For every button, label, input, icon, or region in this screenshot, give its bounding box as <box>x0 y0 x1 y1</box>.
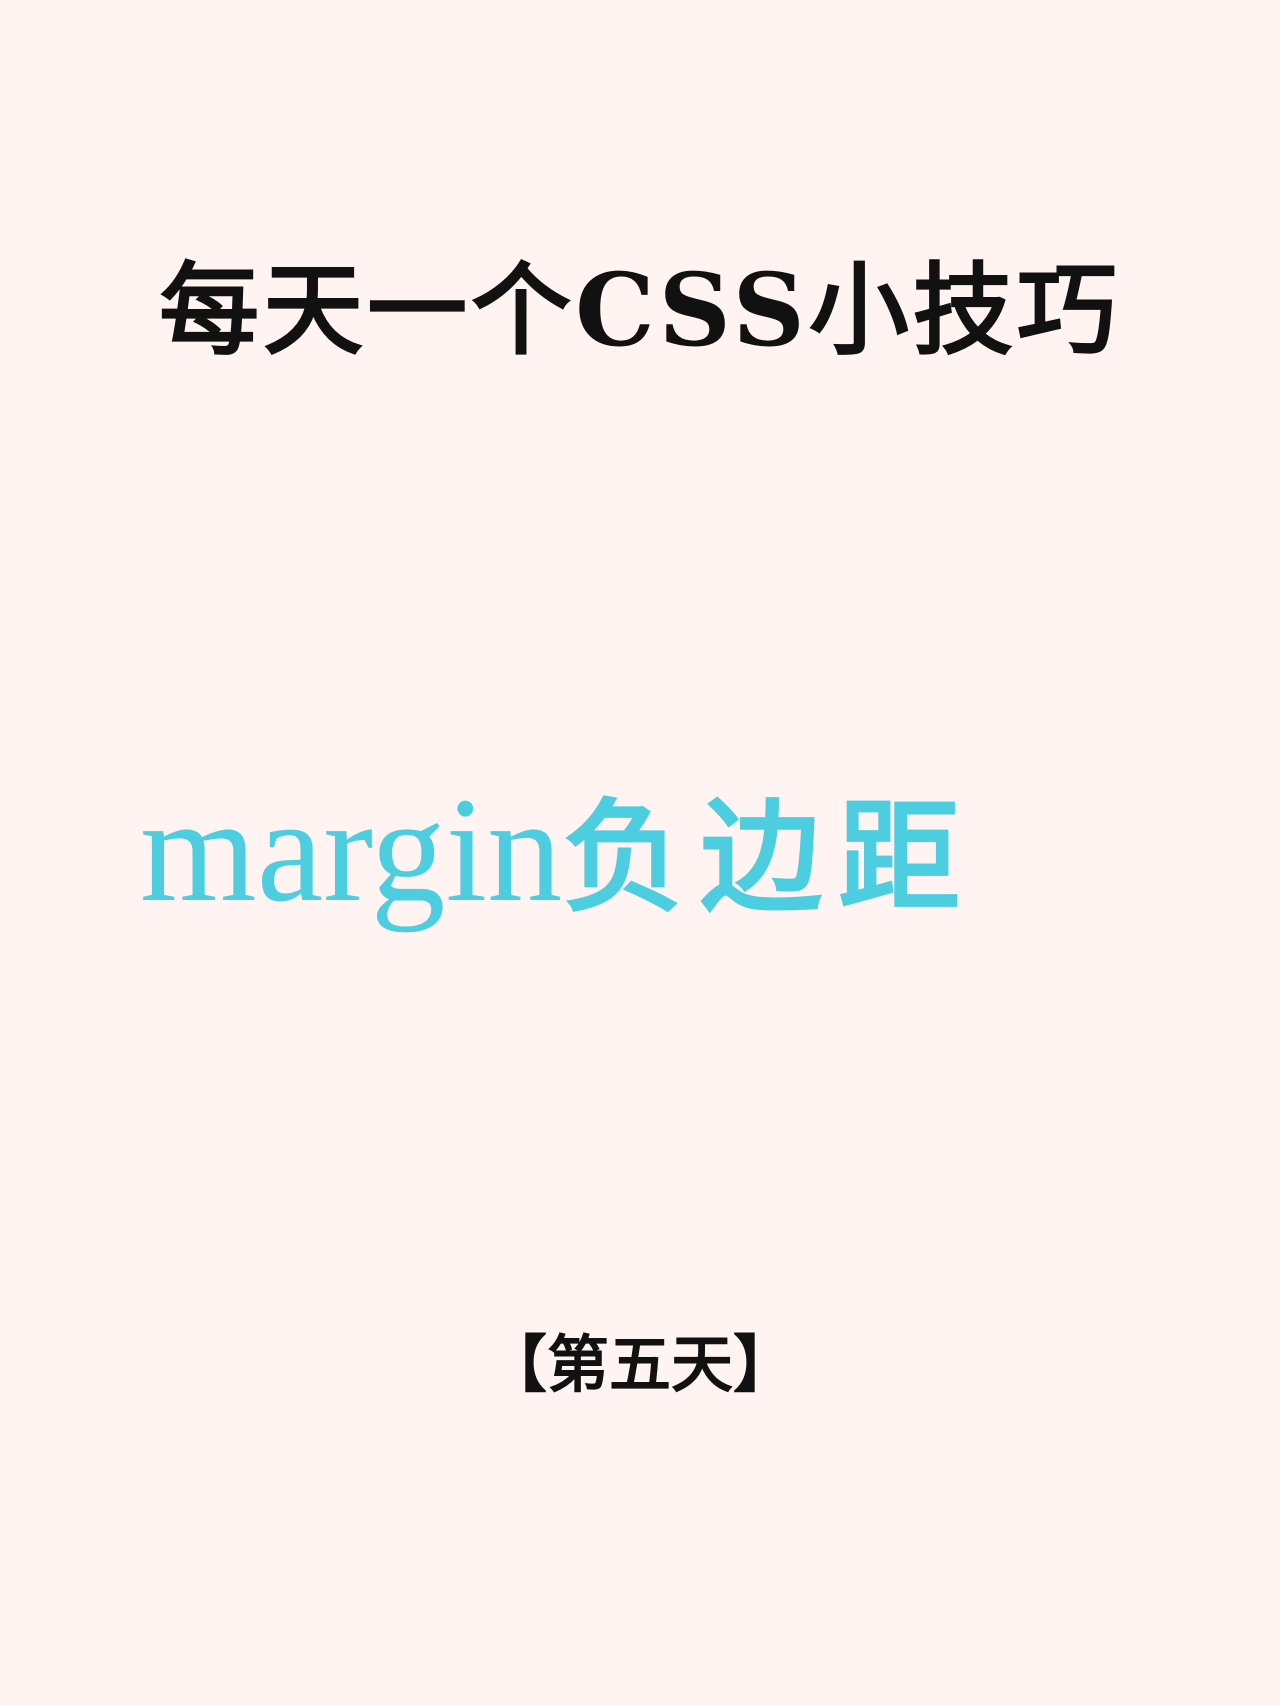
poster: 每天一个CSS小技巧 margin负边距 【第五天】 <box>0 0 1280 1706</box>
series-title: 每天一个CSS小技巧 <box>159 251 1121 369</box>
topic-chinese: 负边距 <box>562 785 977 929</box>
day-label: 【第五天】 <box>484 1328 795 1401</box>
topic-title: margin负边距 <box>140 760 1140 940</box>
topic-latin: margin <box>140 767 563 933</box>
